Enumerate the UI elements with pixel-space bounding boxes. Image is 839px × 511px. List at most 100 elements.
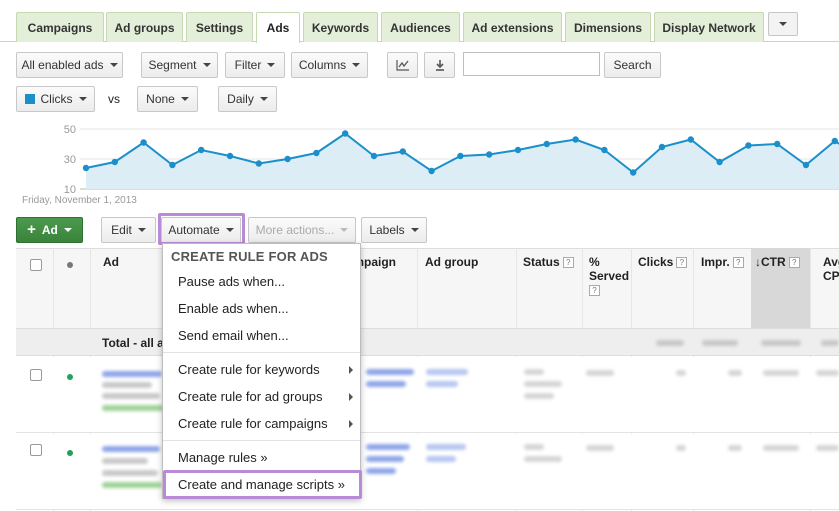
- header-clicks[interactable]: Clicks?: [638, 255, 688, 269]
- data-point[interactable]: [543, 140, 550, 148]
- data-point[interactable]: [745, 142, 752, 149]
- help-icon[interactable]: ?: [788, 257, 800, 269]
- labels-label: Labels: [369, 223, 405, 237]
- redacted-value: [702, 340, 738, 346]
- segment-dropdown[interactable]: Segment: [141, 52, 218, 78]
- data-point[interactable]: [802, 161, 810, 169]
- data-point[interactable]: [457, 152, 464, 160]
- data-point[interactable]: [486, 151, 493, 158]
- data-point[interactable]: [687, 136, 694, 143]
- data-point[interactable]: [284, 155, 291, 163]
- redacted-ad-url: [102, 482, 162, 488]
- more-tabs-button[interactable]: [768, 12, 798, 36]
- menu-item-send-email[interactable]: Send email when...: [178, 328, 289, 343]
- filter-dropdown[interactable]: Filter: [225, 52, 285, 78]
- tab-ads[interactable]: Ads: [256, 12, 300, 43]
- menu-item-rule-campaigns[interactable]: Create rule for campaigns: [178, 416, 328, 431]
- menu-item-rule-ad-groups[interactable]: Create rule for ad groups: [178, 389, 323, 404]
- table-row[interactable]: [16, 357, 839, 433]
- metric-color-swatch: [24, 94, 35, 104]
- menu-item-pause-ads[interactable]: Pause ads when...: [178, 274, 285, 289]
- row-checkbox[interactable]: [30, 369, 42, 381]
- labels-dropdown[interactable]: Labels: [361, 217, 427, 243]
- header-ctr[interactable]: ↓CTR?: [755, 255, 800, 269]
- status-enabled-dot: [67, 374, 73, 380]
- add-ad-label: Ad: [41, 223, 58, 237]
- download-button[interactable]: [424, 52, 455, 78]
- chevron-down-icon: [779, 22, 787, 26]
- redacted-value: [656, 340, 684, 346]
- search-button-label: Search: [613, 58, 652, 72]
- menu-item-enable-ads[interactable]: Enable ads when...: [178, 301, 289, 316]
- data-point[interactable]: [572, 136, 579, 143]
- help-icon[interactable]: ?: [732, 257, 744, 269]
- total-row: Total - all ads: [16, 328, 839, 356]
- status-filter-dot[interactable]: [67, 262, 73, 268]
- redacted-campaign: [366, 456, 404, 462]
- redacted-value: [816, 370, 839, 376]
- tab-keywords[interactable]: Keywords: [303, 12, 378, 42]
- tab-bar: Campaigns Ad groups Settings Ads Keyword…: [0, 0, 839, 43]
- help-icon[interactable]: ?: [562, 257, 574, 269]
- period-dropdown[interactable]: Daily: [218, 86, 277, 112]
- redacted-value: [728, 370, 742, 376]
- header-impr[interactable]: Impr.?: [701, 255, 744, 269]
- header-avg-cpc[interactable]: Avg. CPC: [823, 255, 839, 283]
- tab-dimensions[interactable]: Dimensions: [565, 12, 651, 42]
- chevron-down-icon: [137, 228, 146, 232]
- chevron-down-icon: [259, 97, 268, 101]
- search-button[interactable]: Search: [604, 52, 661, 78]
- header-clicks-label: Clicks: [638, 255, 674, 269]
- data-point[interactable]: [82, 164, 90, 172]
- redacted-campaign: [366, 444, 410, 450]
- more-actions-dropdown[interactable]: More actions...: [248, 217, 356, 243]
- tab-audiences[interactable]: Audiences: [381, 12, 460, 42]
- search-input[interactable]: [463, 52, 600, 76]
- data-point[interactable]: [342, 130, 349, 137]
- data-point[interactable]: [370, 152, 378, 160]
- chevron-down-icon: [180, 97, 189, 101]
- data-point[interactable]: [774, 140, 781, 148]
- graph-toggle-button[interactable]: [387, 52, 418, 78]
- table-row[interactable]: [16, 434, 839, 510]
- menu-item-rule-keywords[interactable]: Create rule for keywords: [178, 362, 320, 377]
- segment-label: Segment: [148, 58, 197, 72]
- data-point[interactable]: [255, 160, 262, 167]
- data-point[interactable]: [716, 158, 723, 166]
- tab-ad-groups[interactable]: Ad groups: [106, 12, 183, 42]
- help-icon[interactable]: ?: [589, 285, 600, 297]
- data-point[interactable]: [313, 149, 320, 157]
- data-point[interactable]: [658, 143, 666, 151]
- columns-dropdown[interactable]: Columns: [291, 52, 368, 78]
- data-point[interactable]: [399, 148, 406, 155]
- data-point[interactable]: [169, 161, 176, 169]
- add-ad-button[interactable]: + Ad: [16, 217, 83, 243]
- help-icon[interactable]: ?: [676, 257, 688, 269]
- metric2-dropdown[interactable]: None: [137, 86, 198, 112]
- data-point[interactable]: [630, 169, 637, 176]
- row-checkbox[interactable]: [30, 444, 42, 456]
- select-all-checkbox[interactable]: [30, 259, 42, 271]
- header-ad-group[interactable]: Ad group: [425, 255, 478, 269]
- header-status[interactable]: Status?: [523, 255, 574, 269]
- tab-settings[interactable]: Settings: [186, 12, 253, 42]
- data-point[interactable]: [198, 146, 205, 154]
- ad-filter-dropdown[interactable]: All enabled ads: [16, 52, 123, 78]
- data-point[interactable]: [111, 158, 119, 166]
- header-ad[interactable]: Ad: [103, 255, 119, 269]
- data-point[interactable]: [226, 152, 234, 160]
- metric1-dropdown[interactable]: Clicks: [16, 86, 95, 112]
- tab-campaigns[interactable]: Campaigns: [16, 12, 104, 42]
- menu-item-manage-rules[interactable]: Manage rules »: [178, 450, 268, 465]
- tab-display-network[interactable]: Display Network: [654, 12, 764, 42]
- data-point[interactable]: [831, 137, 838, 145]
- header-ctr-label: CTR: [761, 255, 786, 269]
- metric1-label: Clicks: [40, 92, 73, 106]
- tab-ad-extensions[interactable]: Ad extensions: [463, 12, 562, 42]
- data-point[interactable]: [140, 139, 147, 146]
- data-point[interactable]: [428, 167, 435, 175]
- data-point[interactable]: [514, 146, 522, 154]
- header-served[interactable]: % Served?: [589, 255, 629, 297]
- data-point[interactable]: [601, 146, 608, 154]
- edit-dropdown[interactable]: Edit: [101, 217, 156, 243]
